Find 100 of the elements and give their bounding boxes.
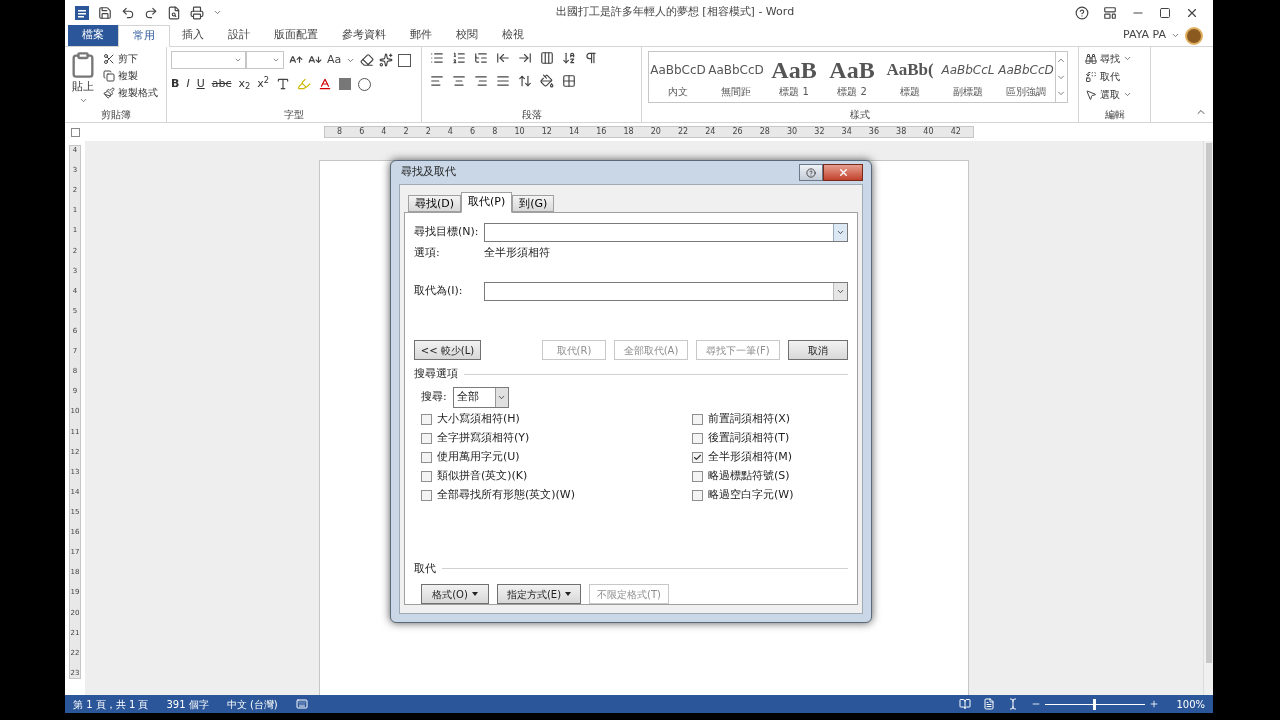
numbering-icon[interactable] — [452, 51, 466, 65]
format-button[interactable]: U — [196, 76, 205, 93]
style-preview[interactable]: AaB — [771, 55, 817, 84]
bullets-icon[interactable] — [430, 51, 444, 65]
sort-icon[interactable] — [562, 51, 576, 65]
align-center-icon[interactable] — [452, 74, 466, 88]
close-icon[interactable] — [837, 167, 849, 178]
character-border-icon[interactable] — [398, 53, 412, 67]
format-menu-button[interactable]: 格式(O) — [421, 584, 489, 604]
paste-label[interactable]: 貼上 — [72, 79, 94, 96]
style-preview[interactable]: AaBbCcL — [941, 55, 995, 84]
language-status[interactable]: 中文 (台灣) — [226, 696, 278, 712]
read-mode-icon[interactable] — [959, 698, 971, 710]
format-button[interactable]: x$^{2}$ — [257, 76, 269, 93]
change-case-button[interactable]: Aa — [327, 51, 342, 69]
ribbon-tab[interactable]: 檔案 — [68, 25, 118, 46]
pointer-icon[interactable] — [1085, 88, 1097, 101]
zoom-in-icon[interactable] — [1149, 699, 1159, 709]
dialog-tab[interactable]: 尋找(D) — [408, 195, 462, 212]
format-button[interactable]: x$_{2}$ — [238, 76, 251, 93]
ribbon-tab[interactable]: 插入 — [170, 25, 216, 46]
avatar-icon[interactable] — [1185, 26, 1203, 45]
caret-icon[interactable] — [1123, 54, 1132, 63]
scissors-icon[interactable] — [103, 52, 115, 65]
style-name[interactable]: 無間距 — [721, 83, 751, 99]
command-label[interactable]: 複製格式 — [118, 85, 158, 100]
font-name-field[interactable] — [171, 51, 246, 69]
format-menu-button[interactable]: 指定方式(E) — [497, 584, 581, 604]
style-preview[interactable]: AaBbCcD — [998, 55, 1054, 84]
ribbon-display-icon[interactable] — [1103, 5, 1117, 20]
print-layout-icon[interactable] — [983, 698, 995, 710]
style-name[interactable]: 區別強調 — [1006, 83, 1046, 99]
eraser-icon[interactable] — [360, 53, 375, 67]
shading-icon[interactable] — [540, 74, 554, 88]
dialog-button[interactable]: 取消 — [788, 340, 848, 360]
help-button[interactable] — [799, 164, 823, 181]
replace-icon[interactable] — [1085, 70, 1097, 83]
ribbon-tab[interactable]: 版面配置 — [262, 25, 330, 46]
help-icon[interactable] — [1075, 5, 1089, 20]
ribbon-tab[interactable]: 校閱 — [444, 25, 490, 46]
checkbox[interactable] — [692, 451, 703, 463]
style-name[interactable]: 內文 — [668, 83, 688, 99]
decrease-indent-icon[interactable] — [496, 51, 510, 65]
search-direction-select[interactable]: 全部 — [452, 386, 509, 408]
less-button[interactable]: << 較少(L) — [414, 340, 481, 360]
word-count[interactable]: 391 個字 — [166, 696, 209, 712]
account-name[interactable]: PAYA PA — [1123, 27, 1166, 44]
undo-icon[interactable] — [121, 5, 135, 20]
command-label[interactable]: 尋找 — [1100, 51, 1120, 66]
caret-icon[interactable] — [1171, 31, 1180, 40]
close-button[interactable] — [823, 164, 863, 181]
format-button[interactable]: I — [186, 76, 190, 93]
command-label[interactable]: 選取 — [1100, 87, 1120, 102]
macro-icon[interactable] — [295, 698, 308, 710]
zoom-percent[interactable]: 100% — [1171, 696, 1205, 712]
caret-icon[interactable] — [1123, 90, 1132, 99]
ribbon-tab[interactable]: 常用 — [118, 25, 170, 47]
multilevel-list-icon[interactable] — [474, 51, 488, 65]
binoculars-icon[interactable] — [1085, 52, 1097, 65]
checkbox[interactable] — [421, 413, 432, 425]
customize-caret-icon[interactable] — [213, 8, 222, 17]
style-name[interactable]: 標題 1 — [779, 83, 809, 99]
character-shading-icon[interactable] — [339, 78, 351, 91]
checkbox[interactable] — [421, 432, 432, 444]
font-color-icon[interactable] — [318, 77, 332, 92]
zoom-slider[interactable] — [1045, 698, 1145, 710]
style-name[interactable]: 標題 — [900, 83, 920, 99]
text-effects-icon[interactable] — [276, 77, 290, 92]
save-icon[interactable] — [98, 5, 112, 20]
increase-indent-icon[interactable] — [518, 51, 532, 65]
paintbrush-icon[interactable] — [103, 86, 115, 99]
checkbox[interactable] — [692, 489, 703, 501]
redo-icon[interactable] — [144, 5, 158, 20]
maximize-icon[interactable] — [1159, 6, 1171, 19]
copy-icon[interactable] — [103, 69, 115, 82]
ribbon-tab[interactable]: 設計 — [216, 25, 262, 46]
style-preview[interactable]: AaBbCcD — [650, 55, 706, 84]
printer-icon[interactable] — [190, 5, 204, 20]
replace-with-field[interactable] — [484, 281, 848, 301]
checkbox[interactable] — [421, 451, 432, 463]
checkbox[interactable] — [421, 470, 432, 482]
font-size-field[interactable] — [246, 51, 284, 69]
borders-icon[interactable] — [562, 74, 576, 88]
command-label[interactable]: 剪下 — [118, 51, 138, 66]
line-spacing-icon[interactable] — [518, 74, 532, 88]
style-preview[interactable]: AaBbCcD — [708, 55, 764, 84]
command-label[interactable]: 取代 — [1100, 69, 1120, 84]
page-status[interactable]: 第 1 頁，共 1 頁 — [73, 696, 149, 712]
checkbox[interactable] — [692, 470, 703, 482]
find-what-field[interactable] — [484, 222, 848, 242]
dialog-tab[interactable]: 到(G) — [512, 195, 555, 212]
web-layout-icon[interactable] — [1007, 698, 1019, 710]
format-button[interactable]: B — [171, 76, 180, 93]
align-left-icon[interactable] — [430, 74, 444, 88]
ribbon-tab[interactable]: 參考資料 — [330, 25, 398, 46]
command-label[interactable]: 複製 — [118, 68, 138, 83]
dialog-tab[interactable]: 取代(P) — [461, 192, 513, 213]
format-button[interactable]: abc — [211, 76, 232, 93]
align-right-icon[interactable] — [474, 74, 488, 88]
preview-icon[interactable] — [167, 5, 181, 20]
